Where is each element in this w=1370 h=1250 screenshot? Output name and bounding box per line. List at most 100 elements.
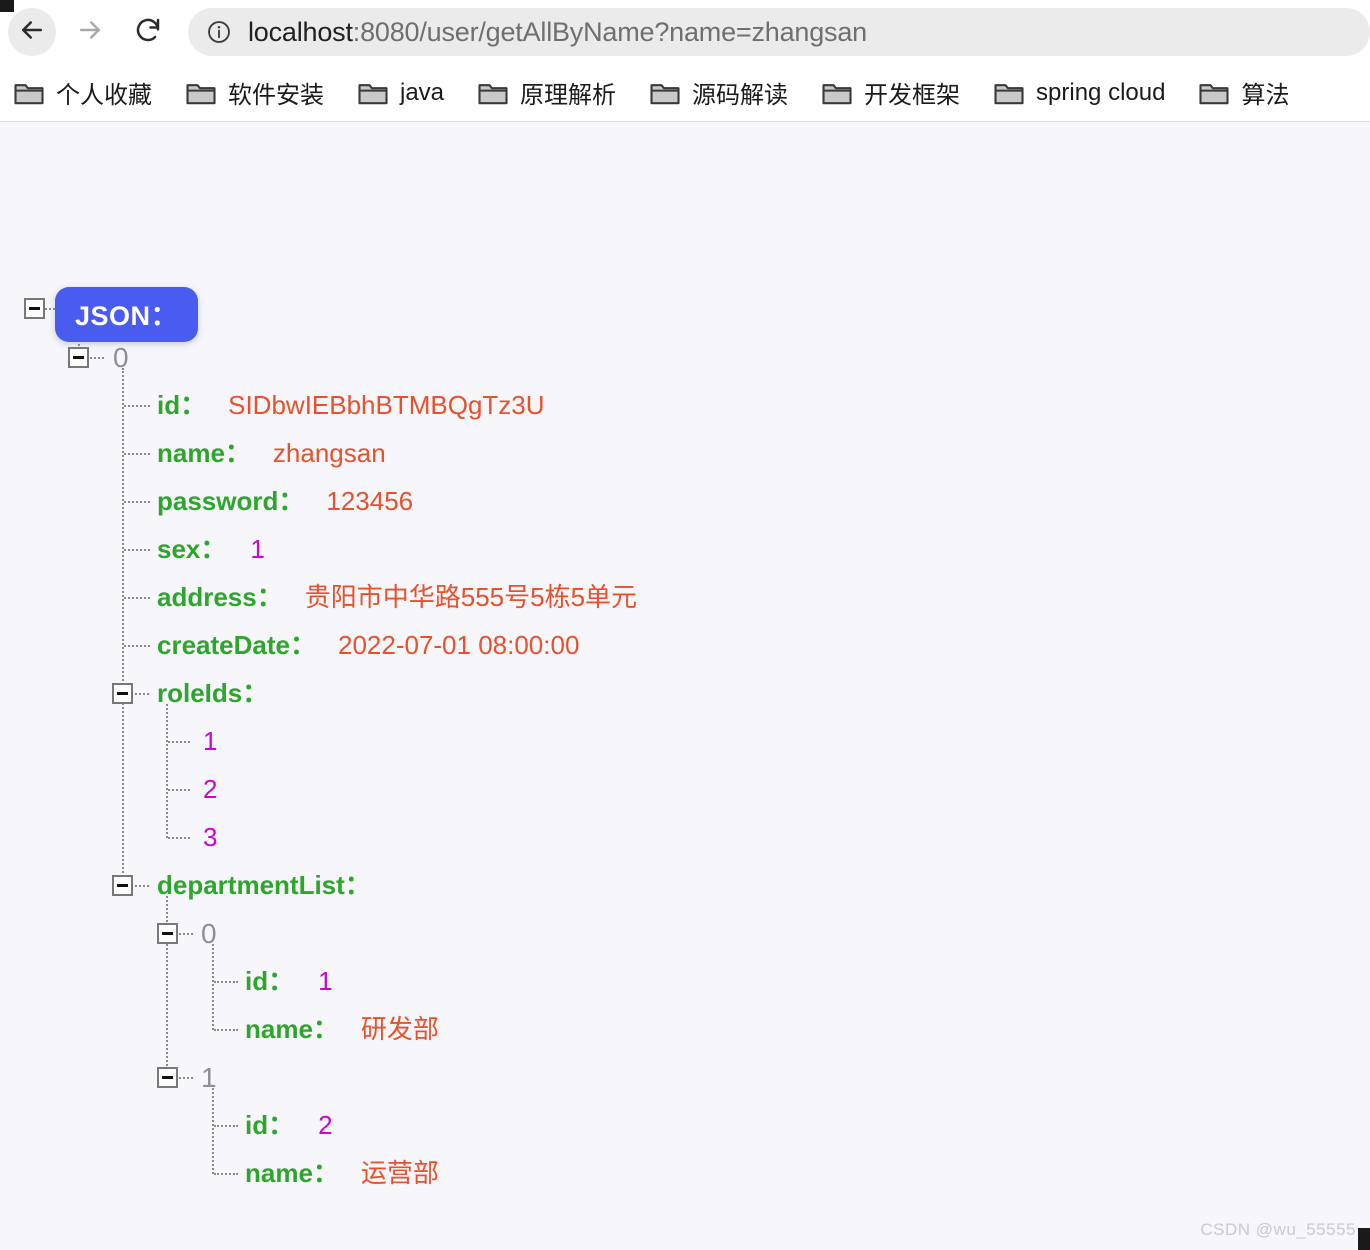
folder-icon [478, 81, 508, 105]
tree-connector [124, 453, 150, 455]
watermark: CSDN @wu_55555 [1200, 1220, 1356, 1239]
collapse-toggle-dept-0[interactable] [157, 923, 178, 944]
department-1-name: name： 运营部 [245, 1160, 439, 1186]
bookmark-item[interactable]: java [358, 79, 444, 107]
reload-icon [133, 15, 163, 50]
bookmark-label: 个人收藏 [56, 82, 152, 109]
field-createdate-value: 2022-07-01 08:00:00 [337, 630, 580, 660]
field-name-value: zhangsan [272, 438, 386, 468]
back-arrow-icon [17, 15, 47, 50]
tree-rail-dept1 [212, 1088, 214, 1174]
tree-connector [168, 789, 190, 791]
collapse-toggle-roleids[interactable] [112, 683, 133, 704]
folder-icon [186, 81, 216, 105]
tree-connector [124, 501, 150, 503]
department-1-name-key: name： [245, 1158, 339, 1188]
field-roleids: roleIds： [157, 680, 268, 706]
browser-toolbar: localhost:8080/user/getAllByName?name=zh… [0, 0, 1370, 64]
department-0-id: id： 1 [245, 968, 333, 994]
roleids-item-2: 3 [203, 822, 218, 852]
department-1-id-key: id： [245, 1110, 295, 1140]
corner-marker-top-left [0, 0, 14, 12]
field-password-key: password： [157, 486, 305, 516]
field-id-value: SIDbwIEBbhBTMBQgTz3U [228, 390, 545, 420]
folder-icon [650, 81, 680, 105]
department-0-name-value: 研发部 [360, 1014, 439, 1044]
folder-icon [14, 81, 44, 105]
tree-connector [135, 693, 149, 695]
tree-connector [179, 1077, 193, 1079]
tree-connector [124, 549, 150, 551]
bookmark-label: 原理解析 [520, 82, 617, 109]
department-index-1: 1 [201, 1062, 217, 1093]
field-createdate: createDate： 2022-07-01 08:00:00 [157, 632, 579, 658]
bookmark-item[interactable]: 开发框架 [822, 75, 960, 110]
tree-connector [214, 1125, 238, 1127]
field-departmentlist: departmentList： [157, 872, 371, 898]
address-bar[interactable]: localhost:8080/user/getAllByName?name=zh… [188, 8, 1370, 56]
field-departmentlist-key: departmentList： [157, 870, 371, 900]
url-display: localhost:8080/user/getAllByName?name=zh… [248, 17, 867, 48]
array-index-0: 0 [113, 342, 129, 373]
folder-icon [822, 81, 852, 105]
bookmark-item[interactable]: 算法 [1199, 75, 1289, 110]
collapse-toggle-root[interactable] [24, 298, 45, 319]
field-address-key: address： [157, 582, 283, 612]
field-createdate-key: createDate： [157, 630, 316, 660]
bookmark-label: 源码解读 [692, 82, 789, 109]
browser-chrome: localhost:8080/user/getAllByName?name=zh… [0, 0, 1370, 122]
tree-connector [124, 405, 150, 407]
json-root-badge[interactable]: JSON： [55, 287, 199, 342]
tree-connector [168, 837, 190, 839]
field-sex-value: 1 [250, 534, 265, 564]
corner-marker [1358, 1228, 1370, 1250]
department-0-id-key: id： [245, 966, 295, 996]
field-password: password： 123456 [157, 488, 413, 514]
bookmark-item[interactable]: 原理解析 [478, 75, 616, 110]
bookmark-item[interactable]: spring cloud [994, 79, 1165, 107]
bookmark-item[interactable]: 个人收藏 [14, 75, 152, 110]
reload-button[interactable] [124, 8, 172, 56]
field-address-value: 贵阳市中华路555号5栋5单元 [304, 582, 638, 612]
department-0-name: name： 研发部 [245, 1016, 439, 1042]
tree-connector [214, 1029, 238, 1031]
department-1-id-value: 2 [318, 1110, 333, 1140]
collapse-toggle-departmentlist[interactable] [112, 875, 133, 896]
field-sex: sex： 1 [157, 536, 265, 562]
field-id-key: id： [157, 390, 207, 420]
bookmark-label: java [400, 78, 445, 106]
bookmark-item[interactable]: 源码解读 [650, 75, 788, 110]
tree-rail-level1 [122, 368, 124, 892]
collapse-toggle-item-0[interactable] [68, 347, 89, 368]
bookmarks-bar: 个人收藏 软件安装 java 原理解析 源码解读 开发框架 spring clo… [0, 64, 1370, 122]
tree-connector [214, 981, 238, 983]
tree-connector [168, 741, 190, 743]
url-host: localhost [248, 16, 353, 47]
tree-connector [135, 885, 149, 887]
department-0-id-value: 1 [318, 966, 333, 996]
back-button[interactable] [8, 8, 56, 56]
department-index-0: 0 [201, 918, 217, 949]
field-roleids-key: roleIds： [157, 678, 269, 708]
bookmark-label: 算法 [1241, 82, 1290, 109]
field-address: address： 贵阳市中华路555号5栋5单元 [157, 584, 637, 610]
folder-icon [994, 81, 1024, 105]
department-1-name-value: 运营部 [360, 1158, 439, 1188]
department-1-id: id： 2 [245, 1112, 333, 1138]
site-info-icon[interactable] [206, 19, 232, 45]
tree-rail-dept0 [212, 944, 214, 1030]
field-id: id： SIDbwIEBbhBTMBQgTz3U [157, 392, 545, 418]
department-0-name-key: name： [245, 1014, 339, 1044]
url-path: :8080/user/getAllByName?name=zhangsan [352, 16, 867, 47]
bookmark-item[interactable]: 软件安装 [186, 75, 324, 110]
bookmark-label: 开发框架 [864, 82, 961, 109]
forward-arrow-icon [75, 15, 105, 50]
collapse-toggle-dept-1[interactable] [157, 1067, 178, 1088]
tree-rail-roleids [166, 704, 168, 838]
roleids-item-0: 1 [203, 726, 218, 756]
json-viewer: JSON： 0 id： SIDbwIEBbhBTMBQgTz3U name： zha… [0, 122, 1370, 1250]
field-name-key: name： [157, 438, 251, 468]
field-password-value: 123456 [326, 486, 414, 516]
forward-button[interactable] [66, 8, 114, 56]
tree-connector [124, 597, 150, 599]
